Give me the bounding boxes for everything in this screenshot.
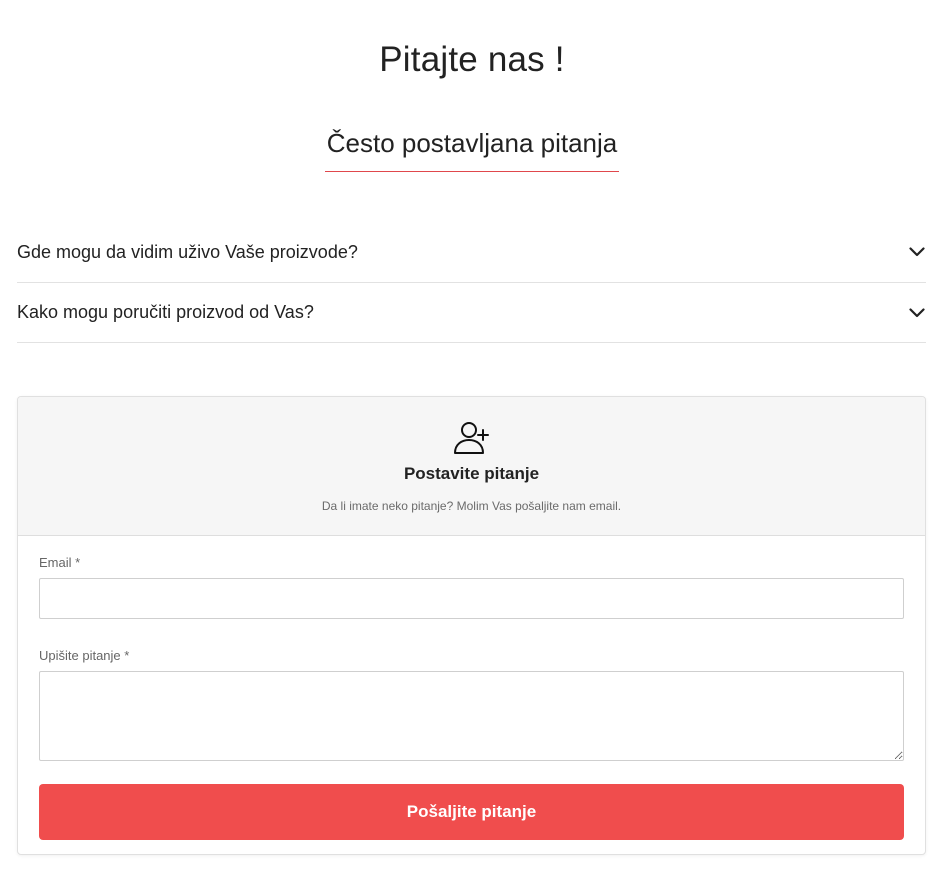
faq-question: Gde mogu da vidim uživo Vaše proizvode?	[17, 241, 358, 262]
section-title-wrap: Često postavljana pitanja	[0, 124, 944, 172]
chevron-down-icon[interactable]	[908, 243, 926, 261]
user-plus-icon	[452, 418, 492, 458]
email-field[interactable]	[39, 578, 904, 619]
page-title: Pitajte nas !	[379, 40, 565, 79]
card-title: Postavite pitanje	[403, 464, 540, 483]
page: Pitajte nas ! Često postavljana pitanja …	[0, 0, 944, 878]
card-subtitle: Da li imate neko pitanje? Molim Vas poša…	[321, 499, 622, 513]
submit-question-button[interactable]: Pošaljite pitanje	[39, 784, 904, 840]
chevron-down-icon[interactable]	[908, 304, 926, 322]
question-form: Email * Upišite pitanje * Pošaljite pita…	[18, 555, 925, 840]
faq-item-order-product[interactable]: Kako mogu poručiti proizvod od Vas?	[17, 283, 926, 343]
faq-section-title: Često postavljana pitanja	[324, 124, 620, 172]
card-header: Postavite pitanje Da li imate neko pitan…	[18, 397, 925, 536]
faq-item-live-products[interactable]: Gde mogu da vidim uživo Vaše proizvode?	[17, 222, 926, 283]
ask-question-card: Postavite pitanje Da li imate neko pitan…	[17, 396, 926, 855]
question-textarea[interactable]	[39, 671, 904, 761]
faq-list: Gde mogu da vidim uživo Vaše proizvode? …	[17, 222, 926, 343]
faq-question: Kako mogu poručiti proizvod od Vas?	[17, 302, 314, 322]
email-label: Email *	[39, 555, 81, 570]
question-label: Upišite pitanje *	[39, 648, 130, 663]
